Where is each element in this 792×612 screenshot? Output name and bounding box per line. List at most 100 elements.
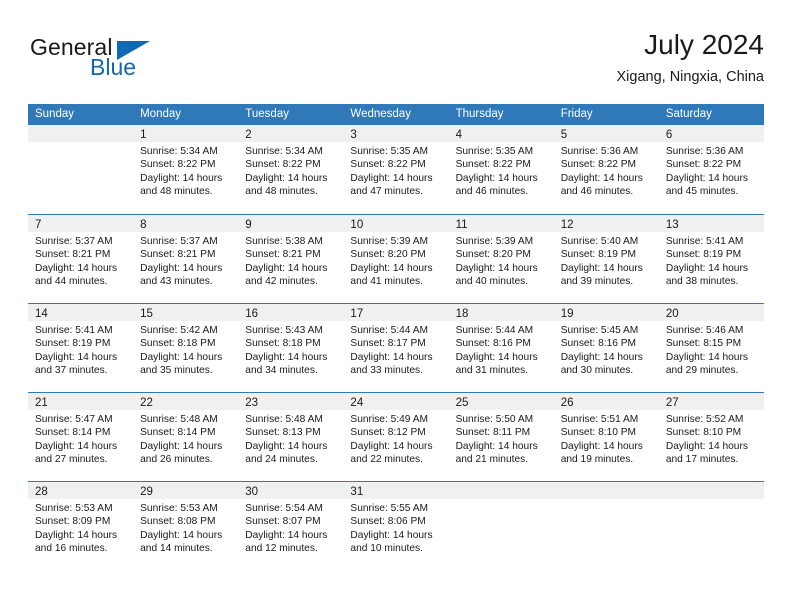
day-info-line: Daylight: 14 hours bbox=[665, 440, 748, 452]
day-info-line: Daylight: 14 hours bbox=[350, 172, 433, 184]
general-blue-logo: General Blue bbox=[28, 34, 258, 90]
day-info-line: Sunrise: 5:34 AM bbox=[140, 146, 218, 157]
day-info-line: Sunrise: 5:51 AM bbox=[560, 414, 639, 425]
calendar-day-cell[interactable]: 13 Sunrise: 5:41 AM Sunset: 8:19 PM Dayligh… bbox=[658, 215, 764, 303]
day-number: 28 bbox=[35, 486, 48, 498]
calendar-day-cell[interactable]: 15 Sunrise: 5:42 AM Sunset: 8:18 PM Dayligh… bbox=[133, 304, 239, 392]
calendar-day-cell[interactable]: 26 Sunrise: 5:51 AM Sunset: 8:10 PM Dayligh… bbox=[553, 393, 659, 481]
day-info-line: Sunrise: 5:44 AM bbox=[350, 325, 429, 336]
day-sun-info: Sunrise: 5:36 AM Sunset: 8:22 PM Daylight:… bbox=[659, 142, 764, 199]
calendar-day-cell[interactable]: 30 Sunrise: 5:54 AM Sunset: 8:07 PM Dayligh… bbox=[238, 482, 344, 570]
day-info-line: and 46 minutes. bbox=[560, 186, 634, 198]
calendar-day-empty bbox=[658, 482, 764, 570]
calendar-day-cell[interactable]: 27 Sunrise: 5:52 AM Sunset: 8:10 PM Dayligh… bbox=[658, 393, 764, 481]
title-block: July 2024 Xigang, Ningxia, China bbox=[616, 28, 764, 88]
day-info-line: Daylight: 14 hours bbox=[350, 262, 433, 274]
calendar-day-cell[interactable]: 23 Sunrise: 5:48 AM Sunset: 8:13 PM Dayligh… bbox=[238, 393, 344, 481]
day-info-line: Sunrise: 5:37 AM bbox=[140, 236, 218, 247]
day-info-line: Daylight: 14 hours bbox=[245, 172, 328, 184]
day-info-line: Daylight: 14 hours bbox=[245, 529, 328, 541]
calendar-day-cell[interactable]: 22 Sunrise: 5:48 AM Sunset: 8:14 PM Dayligh… bbox=[133, 393, 239, 481]
calendar-day-cell[interactable]: 21 Sunrise: 5:47 AM Sunset: 8:14 PM Dayligh… bbox=[28, 393, 134, 481]
calendar-day-cell[interactable]: 3 Sunrise: 5:35 AM Sunset: 8:22 PM Daylight… bbox=[343, 125, 449, 214]
day-sun-info: Sunrise: 5:37 AM Sunset: 8:21 PM Daylight:… bbox=[133, 232, 238, 289]
day-info-line: Sunrise: 5:38 AM bbox=[245, 236, 323, 247]
calendar-day-cell[interactable]: 4 Sunrise: 5:35 AM Sunset: 8:22 PM Daylight… bbox=[448, 125, 554, 214]
calendar-week-row: 7 Sunrise: 5:37 AM Sunset: 8:21 PM Daylight… bbox=[28, 214, 764, 303]
calendar-day-cell[interactable]: 2 Sunrise: 5:34 AM Sunset: 8:22 PM Daylight… bbox=[238, 125, 344, 214]
day-info-line: Sunrise: 5:39 AM bbox=[350, 236, 429, 247]
day-sun-info: Sunrise: 5:42 AM Sunset: 8:18 PM Daylight:… bbox=[133, 321, 238, 378]
day-info-line: Sunrise: 5:52 AM bbox=[665, 414, 744, 425]
day-number: 13 bbox=[665, 219, 679, 231]
day-sun-info: Sunrise: 5:45 AM Sunset: 8:16 PM Daylight:… bbox=[554, 321, 659, 378]
day-info-line: Daylight: 14 hours bbox=[140, 440, 223, 452]
day-number: 14 bbox=[35, 308, 48, 320]
calendar-day-cell[interactable]: 9 Sunrise: 5:38 AM Sunset: 8:21 PM Daylight… bbox=[238, 215, 344, 303]
day-number: 6 bbox=[665, 129, 673, 141]
day-sun-info: Sunrise: 5:47 AM Sunset: 8:14 PM Daylight:… bbox=[28, 410, 133, 467]
day-sun-info bbox=[554, 499, 659, 502]
day-info-line: Daylight: 14 hours bbox=[140, 529, 223, 541]
day-number-band: 30 bbox=[238, 482, 344, 499]
day-number-band: 24 bbox=[343, 393, 449, 410]
calendar-day-cell[interactable]: 8 Sunrise: 5:37 AM Sunset: 8:21 PM Daylight… bbox=[133, 215, 239, 303]
calendar-day-cell[interactable]: 12 Sunrise: 5:40 AM Sunset: 8:19 PM Dayligh… bbox=[553, 215, 659, 303]
calendar-week-row: 14 Sunrise: 5:41 AM Sunset: 8:19 PM Dayligh… bbox=[28, 303, 764, 392]
day-sun-info: Sunrise: 5:44 AM Sunset: 8:16 PM Daylight:… bbox=[449, 321, 554, 378]
day-number: 19 bbox=[560, 308, 574, 320]
calendar-day-cell[interactable]: 6 Sunrise: 5:36 AM Sunset: 8:22 PM Daylight… bbox=[658, 125, 764, 214]
weekday-header-row: Sunday Monday Tuesday Wednesday Thursday Frid… bbox=[28, 104, 764, 125]
day-info-line: Sunrise: 5:42 AM bbox=[140, 325, 218, 336]
calendar-day-cell[interactable]: 7 Sunrise: 5:37 AM Sunset: 8:21 PM Daylight… bbox=[28, 215, 134, 303]
day-info-line: and 37 minutes. bbox=[35, 365, 108, 377]
calendar-day-cell[interactable]: 11 Sunrise: 5:39 AM Sunset: 8:20 PM Dayligh… bbox=[448, 215, 554, 303]
day-sun-info: Sunrise: 5:34 AM Sunset: 8:22 PM Daylight:… bbox=[133, 142, 238, 199]
calendar-day-cell[interactable]: 29 Sunrise: 5:53 AM Sunset: 8:08 PM Dayligh… bbox=[133, 482, 239, 570]
day-number-band: 6 bbox=[658, 125, 764, 142]
day-number-band: 21 bbox=[28, 393, 134, 410]
day-info-line: Sunset: 8:21 PM bbox=[245, 249, 321, 261]
day-info-line: and 35 minutes. bbox=[140, 365, 213, 377]
day-number-band: 26 bbox=[553, 393, 659, 410]
day-info-line: Sunset: 8:22 PM bbox=[455, 159, 531, 171]
day-sun-info: Sunrise: 5:49 AM Sunset: 8:12 PM Daylight:… bbox=[343, 410, 448, 467]
calendar-day-cell[interactable]: 1 Sunrise: 5:34 AM Sunset: 8:22 PM Daylight… bbox=[133, 125, 239, 214]
calendar-day-cell[interactable]: 5 Sunrise: 5:36 AM Sunset: 8:22 PM Daylight… bbox=[553, 125, 659, 214]
day-info-line: Daylight: 14 hours bbox=[560, 262, 643, 274]
day-number: 24 bbox=[350, 397, 364, 409]
day-info-line: Daylight: 14 hours bbox=[455, 351, 538, 363]
calendar-day-cell[interactable]: 20 Sunrise: 5:46 AM Sunset: 8:15 PM Dayligh… bbox=[658, 304, 764, 392]
calendar-day-cell[interactable]: 24 Sunrise: 5:49 AM Sunset: 8:12 PM Dayligh… bbox=[343, 393, 449, 481]
day-info-line: Sunrise: 5:48 AM bbox=[245, 414, 323, 425]
calendar-day-cell[interactable]: 28 Sunrise: 5:53 AM Sunset: 8:09 PM Dayligh… bbox=[28, 482, 134, 570]
day-info-line: Sunrise: 5:34 AM bbox=[245, 146, 323, 157]
logo-text-blue: Blue bbox=[90, 54, 137, 80]
day-number-band bbox=[448, 482, 554, 499]
page-subtitle: Xigang, Ningxia, China bbox=[616, 69, 764, 85]
calendar-day-cell[interactable]: 10 Sunrise: 5:39 AM Sunset: 8:20 PM Dayligh… bbox=[343, 215, 449, 303]
calendar-day-cell[interactable]: 18 Sunrise: 5:44 AM Sunset: 8:16 PM Dayligh… bbox=[448, 304, 554, 392]
day-info-line: Sunset: 8:11 PM bbox=[455, 427, 531, 439]
day-info-line: Sunset: 8:22 PM bbox=[140, 159, 216, 171]
day-sun-info: Sunrise: 5:39 AM Sunset: 8:20 PM Daylight:… bbox=[343, 232, 448, 289]
day-sun-info: Sunrise: 5:55 AM Sunset: 8:06 PM Daylight:… bbox=[343, 499, 448, 556]
day-info-line: and 43 minutes. bbox=[140, 276, 213, 288]
calendar-day-cell[interactable]: 16 Sunrise: 5:43 AM Sunset: 8:18 PM Dayligh… bbox=[238, 304, 344, 392]
day-number-band: 11 bbox=[448, 215, 554, 232]
page-title: July 2024 bbox=[644, 29, 764, 60]
calendar-day-cell[interactable]: 25 Sunrise: 5:50 AM Sunset: 8:11 PM Dayligh… bbox=[448, 393, 554, 481]
calendar-weeks: 1 Sunrise: 5:34 AM Sunset: 8:22 PM Daylight… bbox=[28, 125, 764, 570]
calendar-day-cell[interactable]: 14 Sunrise: 5:41 AM Sunset: 8:19 PM Dayligh… bbox=[28, 304, 134, 392]
day-number: 7 bbox=[35, 219, 42, 231]
day-number: 8 bbox=[140, 219, 147, 231]
day-info-line: and 41 minutes. bbox=[350, 276, 423, 288]
day-number-band: 25 bbox=[448, 393, 554, 410]
calendar-day-cell[interactable]: 19 Sunrise: 5:45 AM Sunset: 8:16 PM Dayligh… bbox=[553, 304, 659, 392]
day-info-line: Sunset: 8:10 PM bbox=[665, 427, 742, 439]
calendar-day-cell[interactable]: 31 Sunrise: 5:55 AM Sunset: 8:06 PM Dayligh… bbox=[343, 482, 449, 570]
calendar-day-cell[interactable]: 17 Sunrise: 5:44 AM Sunset: 8:17 PM Dayligh… bbox=[343, 304, 449, 392]
day-number-band: 19 bbox=[553, 304, 659, 321]
day-number-band: 14 bbox=[28, 304, 134, 321]
day-number: 25 bbox=[455, 397, 469, 409]
